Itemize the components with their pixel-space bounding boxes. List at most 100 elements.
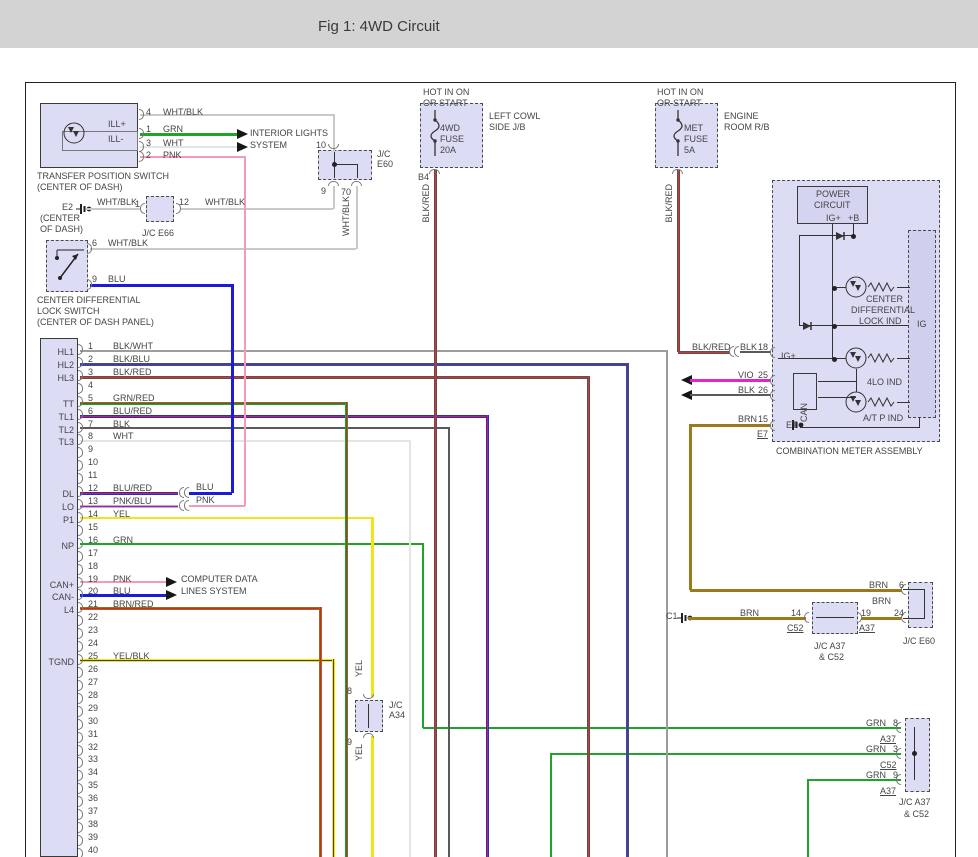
junction-dot-icon	[832, 286, 837, 291]
computer-data-arrow-icon	[166, 590, 177, 600]
wire	[919, 417, 920, 428]
pin-name: LO	[44, 502, 74, 512]
wire-label: A34	[389, 710, 405, 720]
pin-number: 31	[88, 729, 98, 739]
wire-label: 3	[146, 138, 151, 148]
wire-label: BLK/RED	[421, 184, 423, 223]
wire-label: HOT IN ON	[657, 87, 703, 97]
wire-label: & C52	[819, 652, 844, 662]
pin-number: 37	[88, 806, 98, 816]
pin-number: 34	[88, 767, 98, 777]
wire-label: 20A	[440, 145, 456, 155]
wire-label: BLU/RED	[113, 483, 152, 493]
wire-label: WHT/BLK	[341, 196, 343, 236]
wire	[189, 505, 245, 507]
wire-label: +B	[848, 213, 859, 223]
wire	[799, 235, 800, 326]
wire	[80, 363, 627, 366]
wire	[368, 704, 369, 728]
bulb-icon	[62, 121, 86, 145]
pin-name: TGND	[44, 657, 74, 667]
jc-a37-c52-brn	[812, 602, 858, 634]
junction-dot-icon	[851, 234, 856, 239]
wire	[357, 164, 358, 178]
wire-label: WHT/BLK	[108, 238, 148, 248]
junction-dot-icon	[332, 162, 337, 167]
wire-label: WHT/BLK	[163, 107, 203, 117]
pin-number: 8	[88, 431, 93, 441]
wire-label: 6	[899, 580, 904, 590]
wire-label: GRN	[163, 124, 183, 134]
wire-label: BLK	[740, 342, 757, 352]
wire	[486, 415, 489, 857]
wire-label: SIDE J/B	[489, 122, 526, 132]
wire	[818, 397, 856, 398]
wire-label: CIRCUIT	[814, 200, 851, 210]
wire-label: BRN	[869, 580, 888, 590]
wire-label: E7	[757, 429, 768, 439]
wire	[924, 589, 925, 619]
pin-number: 25	[88, 651, 98, 661]
wire-label: ENGINE	[724, 111, 759, 121]
pin-number: 1	[88, 341, 93, 351]
pin-number: 35	[88, 780, 98, 790]
diode-icon	[834, 231, 848, 241]
diagram-element	[855, 356, 861, 362]
pin-number: 36	[88, 793, 98, 803]
wire-label: E60	[377, 159, 393, 169]
pin-number: 39	[88, 832, 98, 842]
pin-number: 27	[88, 677, 98, 687]
junction-dot-icon	[832, 357, 837, 362]
wire-label: BLU	[113, 586, 131, 596]
wire-label: 4WD	[440, 123, 460, 133]
pin-number: 10	[88, 457, 98, 467]
pin-number: 30	[88, 716, 98, 726]
diagram-element	[803, 322, 811, 330]
wire-label: 4	[146, 107, 151, 117]
wire-label: SYSTEM	[250, 140, 287, 150]
pin-number: 13	[88, 496, 98, 506]
wire-label: DIFFERENTIAL	[851, 305, 915, 315]
wire-label: 1	[146, 124, 151, 134]
wire-label: PNK/BLU	[113, 496, 152, 506]
wire-label: WHT	[113, 431, 134, 441]
wire-label: GRN	[866, 770, 886, 780]
wire	[551, 753, 901, 755]
wire-label: OR START	[423, 98, 468, 108]
wire-label: (CENTER OF DASH PANEL)	[37, 317, 154, 327]
diagram-element	[80, 204, 82, 214]
pin-number: 4	[88, 380, 93, 390]
wire-label: BLK/RED	[664, 184, 666, 223]
wire-label: PNK	[163, 150, 182, 160]
wire-label: C52	[880, 760, 897, 770]
wire-label: 25	[758, 370, 768, 380]
lock-switch-caption: CENTER DIFFERENTIAL	[37, 295, 141, 305]
wire-label: WHT/BLK	[97, 197, 137, 207]
pin-number: 21	[88, 599, 98, 609]
pin-name: HL1	[44, 347, 74, 357]
transfer-switch-caption: TRANSFER POSITION SWITCH	[37, 171, 169, 181]
resistor-icon	[868, 282, 896, 292]
wire-label: ILL+	[108, 119, 126, 129]
wire	[587, 376, 590, 857]
junction-dot-icon	[832, 324, 837, 329]
wire-label: 8	[347, 686, 352, 696]
wire-label: C52	[787, 623, 804, 633]
pin-name: DL	[44, 489, 74, 499]
wire-label: CENTER	[866, 294, 903, 304]
diagram-element	[433, 139, 436, 142]
wire-label: CAN	[799, 403, 801, 422]
switch-lever-icon	[50, 246, 84, 288]
wire-label: 6	[92, 238, 97, 248]
fuse-icon	[672, 110, 684, 156]
pin-bracket-icon	[184, 500, 189, 511]
wire-label: YEL/BLK	[113, 651, 150, 661]
diode-icon	[801, 321, 815, 331]
wire	[666, 350, 668, 857]
pin-bracket-icon	[804, 612, 809, 623]
resistor-icon	[868, 397, 896, 407]
wire	[140, 133, 237, 136]
wire-label: BRN	[740, 608, 759, 618]
wire	[80, 350, 667, 352]
wire-label: J/C	[377, 149, 391, 159]
